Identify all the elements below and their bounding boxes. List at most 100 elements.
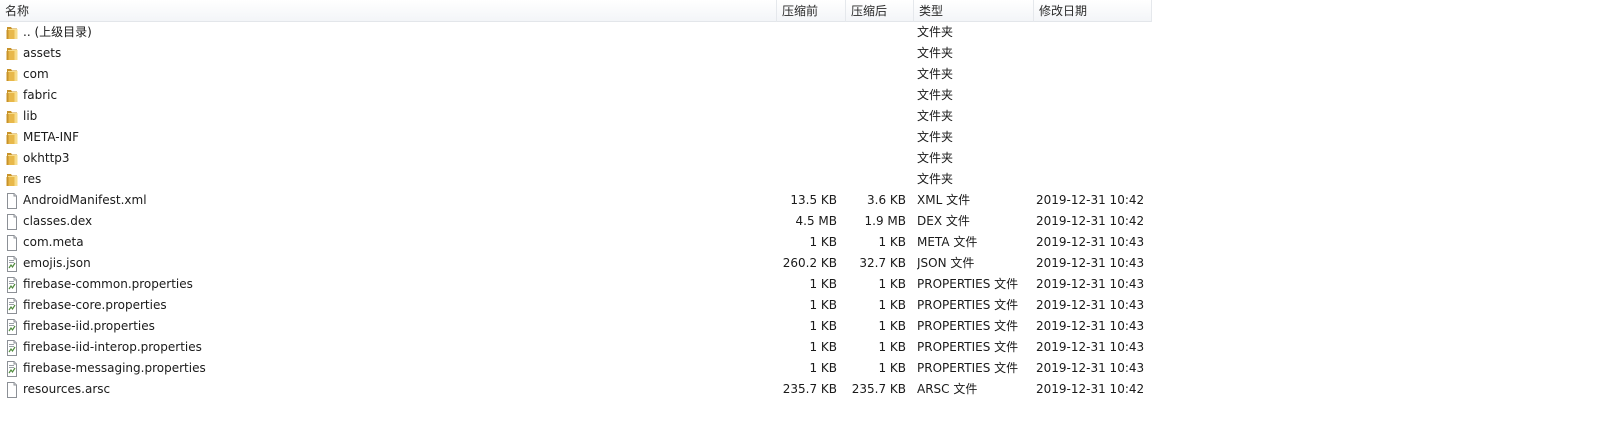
file-name: com (23, 67, 49, 81)
cell-name: firebase-core.properties (4, 295, 774, 316)
cell-compressed-size: 1 KB (878, 361, 906, 375)
cell-modified: 2019-12-31 10:43 (1036, 277, 1145, 291)
folder-icon (4, 172, 20, 188)
column-header-name[interactable]: 名称 (0, 0, 777, 22)
cell-type: XML 文件 (917, 193, 971, 207)
cell-name: lib (4, 106, 774, 127)
table-row[interactable]: META-INF 文件夹 (0, 127, 1152, 148)
table-row[interactable]: assets 文件夹 (0, 43, 1152, 64)
cell-modified: 2019-12-31 10:42 (1036, 382, 1145, 396)
cell-original-size (777, 127, 837, 148)
folder-icon (4, 25, 20, 41)
table-row[interactable]: firebase-common.properties 1 KB 1 KB PROPER… (0, 274, 1152, 295)
cell-name: fabric (4, 85, 774, 106)
table-row[interactable]: lib 文件夹 (0, 106, 1152, 127)
cell-original-size (777, 64, 837, 85)
cell-type: 文件夹 (917, 172, 954, 186)
column-header-original-size[interactable]: 压缩前 (777, 0, 846, 22)
table-row[interactable]: okhttp3 文件夹 (0, 148, 1152, 169)
cell-original-size (777, 106, 837, 127)
cell-type: PROPERTIES 文件 (917, 319, 1019, 333)
config-file-icon (4, 298, 20, 314)
cell-compressed-size (846, 106, 906, 127)
file-name: resources.arsc (23, 382, 111, 396)
cell-original-size: 4.5 MB (795, 214, 837, 228)
table-row[interactable]: emojis.json 260.2 KB 32.7 KB JSON 文件 2019-12… (0, 253, 1152, 274)
file-list-rows: .. (上级目录) 文件夹 assets 文件夹 com 文件夹 fabric 文件夹 lib 文… (0, 22, 1152, 400)
cell-name: okhttp3 (4, 148, 774, 169)
file-icon (4, 235, 20, 251)
cell-compressed-size: 1.9 MB (864, 214, 906, 228)
file-name: lib (23, 109, 38, 123)
file-icon (4, 193, 20, 209)
cell-name: com.meta (4, 232, 774, 253)
file-name: firebase-core.properties (23, 298, 167, 312)
file-name: .. (上级目录) (23, 25, 92, 39)
table-row[interactable]: AndroidManifest.xml 13.5 KB 3.6 KB XML 文件 20… (0, 190, 1152, 211)
folder-icon (4, 67, 20, 83)
cell-original-size (777, 148, 837, 169)
cell-compressed-size: 1 KB (878, 277, 906, 291)
file-name: okhttp3 (23, 151, 70, 165)
cell-modified (1036, 64, 1152, 85)
cell-original-size (777, 22, 837, 43)
file-name: emojis.json (23, 256, 91, 270)
cell-compressed-size (846, 43, 906, 64)
file-name: firebase-messaging.properties (23, 361, 206, 375)
table-row[interactable]: firebase-core.properties 1 KB 1 KB PROPERTI… (0, 295, 1152, 316)
config-file-icon (4, 256, 20, 272)
table-row[interactable]: fabric 文件夹 (0, 85, 1152, 106)
table-row[interactable]: firebase-iid.properties 1 KB 1 KB PROPERTIE… (0, 316, 1152, 337)
column-header-compressed-size[interactable]: 压缩后 (846, 0, 914, 22)
file-name: com.meta (23, 235, 84, 249)
table-row[interactable]: com 文件夹 (0, 64, 1152, 85)
cell-type: PROPERTIES 文件 (917, 298, 1019, 312)
cell-type: DEX 文件 (917, 214, 970, 228)
cell-modified: 2019-12-31 10:43 (1036, 319, 1145, 333)
cell-name: com (4, 64, 774, 85)
cell-compressed-size: 32.7 KB (859, 256, 906, 270)
cell-compressed-size: 1 KB (878, 235, 906, 249)
file-name: firebase-iid-interop.properties (23, 340, 202, 354)
config-file-icon (4, 340, 20, 356)
cell-type: 文件夹 (917, 88, 954, 102)
cell-modified (1036, 106, 1152, 127)
cell-original-size (777, 169, 837, 190)
cell-name: firebase-messaging.properties (4, 358, 774, 379)
table-row[interactable]: com.meta 1 KB 1 KB META 文件 2019-12-31 10:43 (0, 232, 1152, 253)
table-row[interactable]: resources.arsc 235.7 KB 235.7 KB ARSC 文件 201… (0, 379, 1152, 400)
cell-original-size: 260.2 KB (782, 256, 837, 270)
folder-icon (4, 88, 20, 104)
cell-original-size: 13.5 KB (790, 193, 837, 207)
cell-modified (1036, 43, 1152, 64)
table-row[interactable]: res 文件夹 (0, 169, 1152, 190)
table-row[interactable]: firebase-messaging.properties 1 KB 1 KB PRO… (0, 358, 1152, 379)
cell-original-size: 1 KB (809, 298, 837, 312)
cell-original-size (777, 43, 837, 64)
cell-type: META 文件 (917, 235, 978, 249)
cell-name: firebase-iid.properties (4, 316, 774, 337)
cell-name: assets (4, 43, 774, 64)
table-row[interactable]: firebase-iid-interop.properties 1 KB 1 KB P… (0, 337, 1152, 358)
cell-original-size: 1 KB (809, 361, 837, 375)
cell-type: PROPERTIES 文件 (917, 340, 1019, 354)
cell-compressed-size (846, 148, 906, 169)
cell-modified: 2019-12-31 10:43 (1036, 256, 1145, 270)
table-row[interactable]: .. (上级目录) 文件夹 (0, 22, 1152, 43)
folder-icon (4, 130, 20, 146)
cell-compressed-size: 1 KB (878, 340, 906, 354)
cell-modified (1036, 127, 1152, 148)
column-header-modified[interactable]: 修改日期 (1034, 0, 1152, 22)
file-name: fabric (23, 88, 58, 102)
config-file-icon (4, 277, 20, 293)
cell-name: firebase-common.properties (4, 274, 774, 295)
cell-modified: 2019-12-31 10:43 (1036, 298, 1145, 312)
cell-type: JSON 文件 (917, 256, 975, 270)
column-header-type[interactable]: 类型 (914, 0, 1034, 22)
cell-modified (1036, 148, 1152, 169)
table-row[interactable]: classes.dex 4.5 MB 1.9 MB DEX 文件 2019-12-31 … (0, 211, 1152, 232)
file-name: firebase-iid.properties (23, 319, 155, 333)
column-header-bar: 名称 压缩前 压缩后 类型 修改日期 (0, 0, 1152, 22)
cell-original-size: 1 KB (809, 340, 837, 354)
file-name: assets (23, 46, 62, 60)
